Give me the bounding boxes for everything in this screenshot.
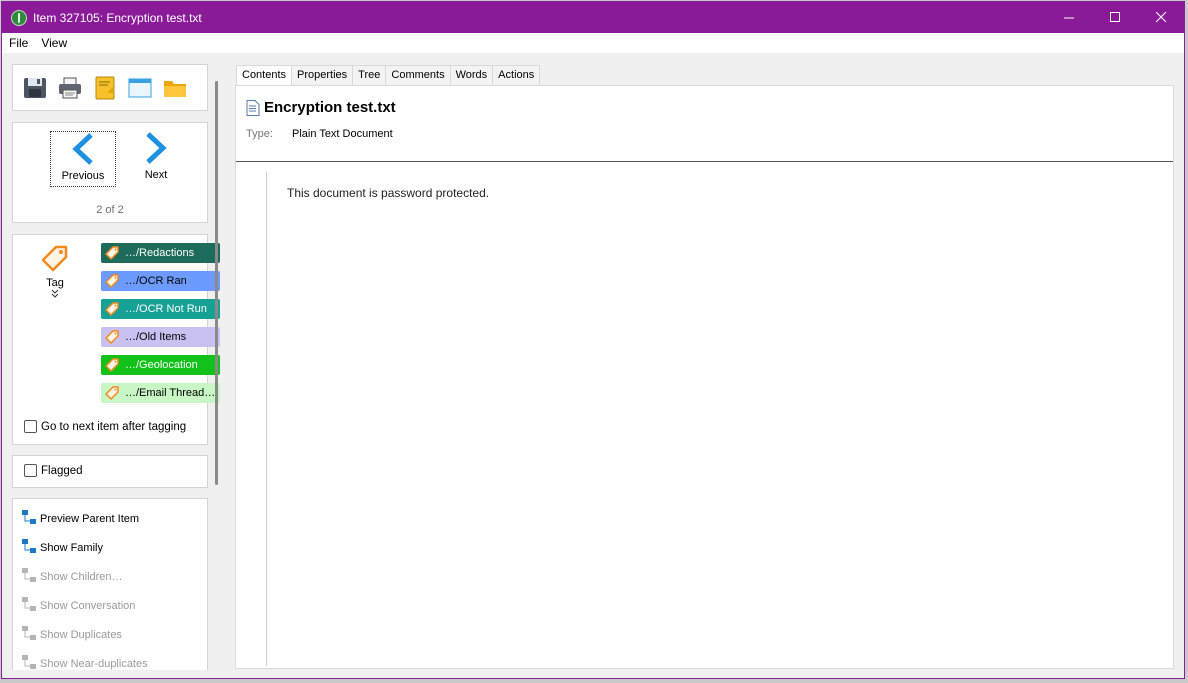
- title-bar[interactable]: Item 327105: Encryption test.txt: [2, 2, 1184, 33]
- flagged-option[interactable]: Flagged: [24, 464, 83, 477]
- type-key: Type:: [246, 128, 273, 140]
- window-icon[interactable]: [128, 76, 152, 100]
- item-viewer-window: Item 327105: Encryption test.txt File Vi…: [1, 1, 1185, 679]
- body-margin-line: [266, 172, 267, 666]
- duplicates-icon: [21, 625, 40, 644]
- tag-small-icon: [105, 386, 119, 400]
- tab-properties[interactable]: Properties: [291, 65, 354, 85]
- action-show-near-duplicates: Show Near-duplicates: [21, 654, 148, 673]
- tag-pill-label: …/OCR Ran: [125, 275, 187, 287]
- tag-small-icon: [105, 330, 119, 344]
- tag-pill-label: …/OCR Not Run: [125, 303, 207, 315]
- tag-pill[interactable]: …/Geolocation: [101, 355, 221, 375]
- chevron-left-icon: [72, 133, 93, 165]
- tag-pill-label: …/Email Thread…: [125, 387, 216, 399]
- toolbar: [12, 64, 208, 111]
- tag-icon: [41, 245, 68, 272]
- tagging-panel: Tag …/Redactions …/OCR Ran …/OCR Not Run …/…: [12, 234, 221, 445]
- conversation-icon: [21, 596, 40, 615]
- item-counter: 2 of 2: [96, 204, 124, 216]
- children-icon: [21, 567, 40, 586]
- close-button[interactable]: [1138, 2, 1184, 33]
- menu-file[interactable]: File: [2, 36, 34, 50]
- tag-pill[interactable]: …/Redactions: [101, 243, 221, 263]
- next-after-tagging-label: Go to next item after tagging: [41, 420, 187, 433]
- previous-button[interactable]: Previous: [50, 131, 116, 187]
- action-label: Show Family: [40, 541, 103, 554]
- text-document-icon: [246, 99, 260, 116]
- flagged-checkbox[interactable]: [24, 464, 37, 477]
- family-tree-icon: [21, 538, 40, 557]
- tag-pill[interactable]: …/Old Items: [101, 327, 221, 347]
- window-controls: [1046, 2, 1184, 33]
- tag-pill[interactable]: …/Email Thread…: [101, 383, 221, 403]
- document-type-row: Type: Plain Text Document: [246, 128, 393, 140]
- tag-pill-label: …/Redactions: [125, 247, 195, 259]
- tab-actions[interactable]: Actions: [492, 65, 541, 85]
- app-logo-icon: [11, 9, 27, 26]
- next-after-tagging-checkbox[interactable]: [24, 420, 37, 433]
- chevron-right-icon: [146, 132, 167, 164]
- action-show-children: Show Children…: [21, 567, 123, 586]
- maximize-button[interactable]: [1092, 2, 1138, 33]
- navigation-panel: Previous Next 2 of 2: [12, 122, 208, 223]
- action-show-duplicates: Show Duplicates: [21, 625, 122, 644]
- tab-contents[interactable]: Contents: [236, 65, 293, 86]
- next-label: Next: [144, 169, 168, 181]
- action-show-conversation: Show Conversation: [21, 596, 135, 615]
- menu-bar: File View: [2, 33, 1184, 53]
- tag-small-icon: [105, 246, 119, 260]
- next-button[interactable]: Next: [123, 131, 189, 187]
- flag-panel: Flagged: [12, 455, 208, 488]
- tag-pill[interactable]: …/OCR Not Run: [101, 299, 221, 319]
- tag-list: …/Redactions …/OCR Ran …/OCR Not Run …/Old …: [101, 243, 221, 411]
- tab-tree[interactable]: Tree: [352, 65, 387, 85]
- left-panel-scrollbar[interactable]: [215, 81, 218, 485]
- tag-pill-label: …/Old Items: [125, 331, 187, 343]
- tab-comments[interactable]: Comments: [385, 65, 451, 85]
- previous-label: Previous: [61, 170, 105, 182]
- print-icon[interactable]: [58, 76, 82, 100]
- double-chevron-down-icon: [51, 289, 59, 298]
- document-body-text: This document is password protected.: [287, 186, 490, 200]
- tag-small-icon: [105, 274, 119, 288]
- action-label: Show Near-duplicates: [40, 657, 148, 670]
- document-title: Encryption test.txt: [264, 99, 396, 116]
- tag-pill[interactable]: …/OCR Ran: [101, 271, 221, 291]
- contents-pane: Encryption test.txt Type: Plain Text Doc…: [235, 85, 1174, 669]
- type-value: Plain Text Document: [292, 128, 393, 140]
- maximize-icon: [1109, 12, 1120, 22]
- flagged-label: Flagged: [41, 464, 83, 477]
- tag-label: Tag: [46, 277, 64, 289]
- header-divider: [236, 161, 1173, 162]
- near-duplicates-icon: [21, 654, 40, 673]
- tag-button[interactable]: Tag: [31, 243, 79, 299]
- tag-small-icon: [105, 358, 119, 372]
- actions-panel: Preview Parent Item Show Family Show Child…: [12, 498, 208, 670]
- action-label: Preview Parent Item: [40, 512, 140, 525]
- minimize-button[interactable]: [1046, 2, 1092, 33]
- tag-pill-label: …/Geolocation: [125, 359, 198, 371]
- action-label: Show Duplicates: [40, 628, 122, 641]
- parent-item-icon: [21, 509, 40, 528]
- minimize-icon: [1063, 17, 1074, 19]
- tab-words[interactable]: Words: [449, 65, 494, 85]
- tab-bar: Contents Properties Tree Comments Words Actio…: [236, 65, 541, 86]
- document-header: Encryption test.txt: [246, 99, 396, 116]
- window-title: Item 327105: Encryption test.txt: [33, 10, 202, 25]
- menu-view[interactable]: View: [34, 36, 73, 50]
- close-icon: [1155, 12, 1166, 23]
- action-show-family[interactable]: Show Family: [21, 538, 103, 557]
- action-preview-parent-item[interactable]: Preview Parent Item: [21, 509, 139, 528]
- left-panel: Previous Next 2 of 2 Tag …/Redactions …/O…: [12, 64, 221, 670]
- next-after-tagging-option[interactable]: Go to next item after tagging: [24, 420, 186, 433]
- action-label: Show Children…: [40, 570, 123, 583]
- folder-icon[interactable]: [163, 76, 187, 100]
- tag-small-icon: [105, 302, 119, 316]
- save-icon[interactable]: [23, 76, 47, 100]
- notes-icon[interactable]: [93, 76, 117, 100]
- action-label: Show Conversation: [40, 599, 136, 612]
